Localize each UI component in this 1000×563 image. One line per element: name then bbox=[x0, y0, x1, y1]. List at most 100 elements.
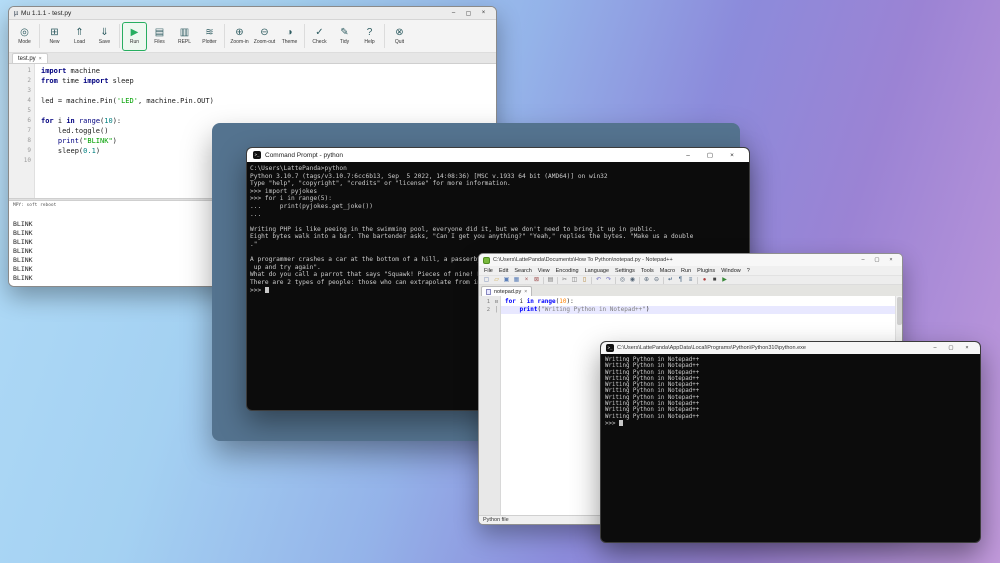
npp-toolbar: ▢▱▣▦×⊠ ▤ ✂◫▯ ↶↷ ◎◉ ⊕⊖ ↵¶≡ ●■▶ bbox=[479, 275, 902, 285]
code-line: 1⊟for i in range(10): bbox=[479, 298, 902, 306]
mu-button-label: New bbox=[49, 39, 59, 45]
pycon-console-output[interactable]: Writing Python in Notepad++Writing Pytho… bbox=[601, 354, 980, 542]
npp-menu-window[interactable]: Window bbox=[718, 268, 744, 274]
mu-window-title: Mu 1.1.1 - test.py bbox=[21, 10, 71, 17]
mu-repl-button[interactable]: ▥REPL bbox=[172, 22, 197, 51]
mu-zoom-in-button[interactable]: ⊕Zoom-in bbox=[227, 22, 252, 51]
npp-open-file-button[interactable]: ▱ bbox=[492, 276, 501, 285]
npp-copy-button[interactable]: ◫ bbox=[570, 276, 579, 285]
mu-toolbar: ◎Mode⊞New⇑Load⇓Save▶Run▤Files▥REPL≋Plott… bbox=[9, 20, 496, 53]
mu-maximize-button[interactable]: ▢ bbox=[461, 10, 476, 17]
cmd-minimize-button[interactable]: – bbox=[677, 152, 699, 159]
code-line: 1import machine bbox=[9, 66, 496, 76]
npp-redo-button[interactable]: ↷ bbox=[604, 276, 613, 285]
mu-new-button[interactable]: ⊞New bbox=[42, 22, 67, 51]
npp-find-button[interactable]: ◎ bbox=[618, 276, 627, 285]
npp-menu-settings[interactable]: Settings bbox=[612, 268, 638, 274]
cmd-close-button[interactable]: × bbox=[721, 152, 743, 159]
line-number: 5 bbox=[9, 106, 35, 116]
npp-scrollbar-thumb[interactable] bbox=[897, 297, 902, 325]
mu-save-button[interactable]: ⇓Save bbox=[92, 22, 117, 51]
pycon-prompt-line: >>> bbox=[605, 420, 976, 427]
npp-menu-tools[interactable]: Tools bbox=[638, 268, 657, 274]
npp-menu-file[interactable]: File bbox=[481, 268, 496, 274]
mu-app-icon: µ bbox=[14, 10, 18, 17]
pycon-minimize-button[interactable]: – bbox=[927, 345, 943, 351]
mu-button-label: Load bbox=[74, 39, 85, 45]
npp-zoom-in-button[interactable]: ⊕ bbox=[642, 276, 651, 285]
mu-close-button[interactable]: × bbox=[476, 10, 491, 16]
mu-tidy-button[interactable]: ✎Tidy bbox=[332, 22, 357, 51]
npp-indent-guide-button[interactable]: ≡ bbox=[686, 276, 695, 285]
line-number: 9 bbox=[9, 146, 35, 156]
mu-theme-button[interactable]: ◑Theme bbox=[277, 22, 302, 51]
npp-close-button[interactable]: × bbox=[884, 257, 898, 263]
mu-button-label: Help bbox=[364, 39, 374, 45]
npp-doc-type-label: Python file bbox=[483, 517, 509, 523]
pycon-titlebar[interactable]: >_ C:\Users\LattePanda\AppData\Local\Pro… bbox=[601, 342, 980, 354]
line-number: 10 bbox=[9, 156, 35, 166]
cmd-icon: >_ bbox=[253, 151, 261, 159]
npp-menu-run[interactable]: Run bbox=[678, 268, 694, 274]
fold-marker: │ bbox=[492, 306, 501, 314]
npp-cut-button[interactable]: ✂ bbox=[560, 276, 569, 285]
code-line: 2from time import sleep bbox=[9, 76, 496, 86]
npp-menu-view[interactable]: View bbox=[535, 268, 553, 274]
npp-menu-macro[interactable]: Macro bbox=[657, 268, 678, 274]
mu-help-button[interactable]: ?Help bbox=[357, 22, 382, 51]
mu-files-button[interactable]: ▤Files bbox=[147, 22, 172, 51]
pycon-cursor bbox=[619, 420, 623, 426]
pycon-close-button[interactable]: × bbox=[959, 345, 975, 351]
mu-titlebar[interactable]: µ Mu 1.1.1 - test.py – ▢ × bbox=[9, 7, 496, 20]
npp-undo-button[interactable]: ↶ bbox=[594, 276, 603, 285]
mu-mode-button[interactable]: ◎Mode bbox=[12, 22, 37, 51]
npp-menu-edit[interactable]: Edit bbox=[496, 268, 511, 274]
npp-zoom-out-button[interactable]: ⊖ bbox=[652, 276, 661, 285]
npp-new-file-button[interactable]: ▢ bbox=[482, 276, 491, 285]
npp-play-macro-button[interactable]: ▶ bbox=[720, 276, 729, 285]
npp-save-all-button[interactable]: ▦ bbox=[512, 276, 521, 285]
tidy-icon: ✎ bbox=[340, 27, 348, 38]
line-number: 4 bbox=[9, 96, 35, 106]
npp-menu-search[interactable]: Search bbox=[511, 268, 534, 274]
npp-replace-button[interactable]: ◉ bbox=[628, 276, 637, 285]
pycon-maximize-button[interactable]: ▢ bbox=[943, 345, 959, 351]
npp-menu-plugins[interactable]: Plugins bbox=[694, 268, 718, 274]
npp-menu-language[interactable]: Language bbox=[582, 268, 612, 274]
toolbar-separator bbox=[697, 277, 698, 284]
console-line: Eight bytes walk into a bar. The bartend… bbox=[250, 233, 746, 241]
cmd-maximize-button[interactable]: ▢ bbox=[699, 151, 721, 159]
npp-maximize-button[interactable]: ▢ bbox=[870, 257, 884, 263]
npp-titlebar[interactable]: C:\Users\LattePanda\Documents\How To Pyt… bbox=[479, 254, 902, 266]
npp-print-button[interactable]: ▤ bbox=[546, 276, 555, 285]
mu-quit-button[interactable]: ⊗Quit bbox=[387, 22, 412, 51]
npp-tab-notepadpy[interactable]: notepad.py × bbox=[481, 286, 532, 296]
npp-paste-button[interactable]: ▯ bbox=[580, 276, 589, 285]
npp-close-file-button[interactable]: × bbox=[522, 276, 531, 285]
mu-plotter-button[interactable]: ≋Plotter bbox=[197, 22, 222, 51]
npp-record-macro-button[interactable]: ● bbox=[700, 276, 709, 285]
mu-tab-testpy[interactable]: test.py × bbox=[12, 53, 48, 63]
npp-menu-encoding[interactable]: Encoding bbox=[553, 268, 582, 274]
npp-save-file-button[interactable]: ▣ bbox=[502, 276, 511, 285]
mu-load-button[interactable]: ⇑Load bbox=[67, 22, 92, 51]
npp-stop-macro-button[interactable]: ■ bbox=[710, 276, 719, 285]
mu-run-button[interactable]: ▶Run bbox=[122, 22, 147, 51]
cmd-titlebar[interactable]: >_ Command Prompt - python – ▢ × bbox=[247, 148, 749, 162]
zoom-out-icon: ⊖ bbox=[260, 27, 268, 38]
mu-check-button[interactable]: ✓Check bbox=[307, 22, 332, 51]
npp-minimize-button[interactable]: – bbox=[856, 257, 870, 263]
npp-show-all-characters-button[interactable]: ¶ bbox=[676, 276, 685, 285]
npp-menu-help[interactable]: ? bbox=[744, 268, 753, 274]
console-line: ." bbox=[250, 241, 746, 249]
code-line: 5 bbox=[9, 106, 496, 116]
mu-minimize-button[interactable]: – bbox=[446, 10, 461, 16]
fold-marker: ⊟ bbox=[492, 298, 501, 306]
npp-tab-close-icon[interactable]: × bbox=[524, 289, 527, 295]
npp-close-all-button[interactable]: ⊠ bbox=[532, 276, 541, 285]
npp-word-wrap-button[interactable]: ↵ bbox=[666, 276, 675, 285]
pycon-prompt: >>> bbox=[605, 421, 619, 427]
mu-zoom-out-button[interactable]: ⊖Zoom-out bbox=[252, 22, 277, 51]
mu-tab-close-icon[interactable]: × bbox=[39, 56, 42, 62]
console-line: Type "help", "copyright", "credits" or "… bbox=[250, 180, 746, 188]
